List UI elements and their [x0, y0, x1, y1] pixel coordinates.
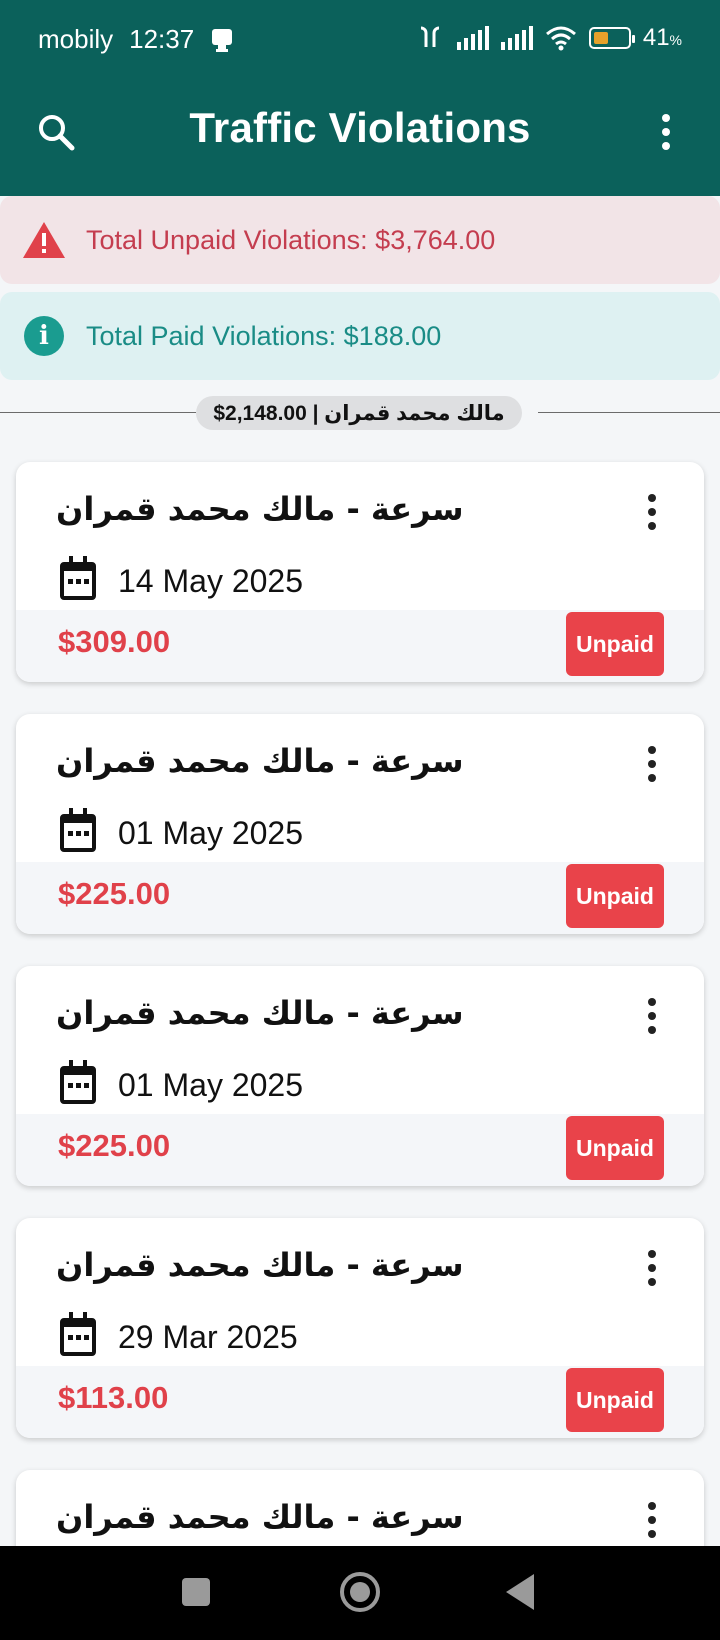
violation-date-row: 29 Mar 2025 — [60, 1312, 298, 1356]
card-more-icon[interactable] — [646, 1250, 658, 1290]
page-title: Traffic Violations — [189, 104, 531, 151]
warning-icon — [22, 218, 66, 262]
card-more-icon[interactable] — [646, 998, 658, 1038]
recents-button[interactable] — [182, 1578, 210, 1606]
card-more-icon[interactable] — [646, 1502, 658, 1542]
card-footer: $113.00 Unpaid — [16, 1366, 704, 1438]
clock: 12:37 — [129, 24, 195, 54]
status-badge: Unpaid — [566, 612, 664, 676]
carrier-label: mobily — [38, 24, 114, 54]
calendar-icon — [60, 808, 96, 852]
violation-date: 29 Mar 2025 — [118, 1318, 298, 1355]
violation-card[interactable]: سرعة - مالك محمد قمران 01 May 2025 $225.… — [16, 966, 704, 1186]
violation-title: سرعة - مالك محمد قمران — [56, 1246, 464, 1284]
battery-percent: 41% — [642, 24, 682, 51]
violation-title: سرعة - مالك محمد قمران — [56, 994, 464, 1032]
unpaid-summary-banner: Total Unpaid Violations: $3,764.00 — [0, 196, 720, 284]
calendar-icon — [60, 1312, 96, 1356]
more-vert-icon[interactable] — [660, 114, 672, 154]
wifi-icon — [545, 26, 576, 51]
violation-amount: $309.00 — [58, 624, 171, 659]
earbuds-icon — [420, 26, 440, 47]
info-icon: i — [22, 314, 66, 358]
violation-amount: $225.00 — [58, 876, 171, 911]
app-header: mobily 12:37 41% Traffic Violations — [0, 0, 720, 196]
home-button[interactable] — [340, 1572, 380, 1612]
unpaid-total-text: Total Unpaid Violations: $3,764.00 — [86, 224, 496, 255]
paid-total-text: Total Paid Violations: $188.00 — [86, 320, 442, 351]
notification-icon — [212, 28, 233, 52]
violation-card[interactable]: سرعة - مالك محمد قمران 29 Mar 2025 $113.… — [16, 1218, 704, 1438]
paid-summary-banner: i Total Paid Violations: $188.00 — [0, 292, 720, 380]
owner-group-chip: مالك محمد قمران | 2,148.00$ — [196, 396, 522, 430]
violation-title: سرعة - مالك محمد قمران — [56, 742, 464, 780]
battery-icon — [588, 27, 635, 49]
card-footer: $309.00 Unpaid — [16, 610, 704, 682]
violation-title: سرعة - مالك محمد قمران — [56, 490, 464, 528]
card-footer: $225.00 Unpaid — [16, 1114, 704, 1186]
signal-2-icon — [500, 26, 533, 50]
violation-date-row: 01 May 2025 — [60, 808, 304, 852]
violation-date: 01 May 2025 — [118, 1066, 304, 1103]
calendar-icon — [60, 1060, 96, 1104]
status-bar: mobily 12:37 41% — [0, 0, 720, 80]
card-more-icon[interactable] — [646, 494, 658, 534]
signal-1-icon — [456, 26, 489, 50]
violation-title: سرعة - مالك محمد قمران — [56, 1498, 464, 1536]
status-badge: Unpaid — [566, 1368, 664, 1432]
card-more-icon[interactable] — [646, 746, 658, 786]
calendar-icon — [60, 556, 96, 600]
back-button[interactable] — [506, 1574, 534, 1610]
divider-right — [538, 412, 720, 413]
violation-date-row: 01 May 2025 — [60, 1060, 304, 1104]
violation-date: 14 May 2025 — [118, 562, 304, 599]
status-badge: Unpaid — [566, 864, 664, 928]
violation-amount: $113.00 — [58, 1380, 169, 1415]
violation-amount: $225.00 — [58, 1128, 171, 1163]
violation-date-row: 14 May 2025 — [60, 556, 304, 600]
card-footer: $225.00 Unpaid — [16, 862, 704, 934]
violation-date: 01 May 2025 — [118, 814, 304, 851]
status-badge: Unpaid — [566, 1116, 664, 1180]
divider-left — [0, 412, 196, 413]
system-nav-bar — [0, 1546, 720, 1640]
violation-card[interactable]: سرعة - مالك محمد قمران 14 May 2025 $309.… — [16, 462, 704, 682]
violation-card[interactable]: سرعة - مالك محمد قمران 01 May 2025 $225.… — [16, 714, 704, 934]
